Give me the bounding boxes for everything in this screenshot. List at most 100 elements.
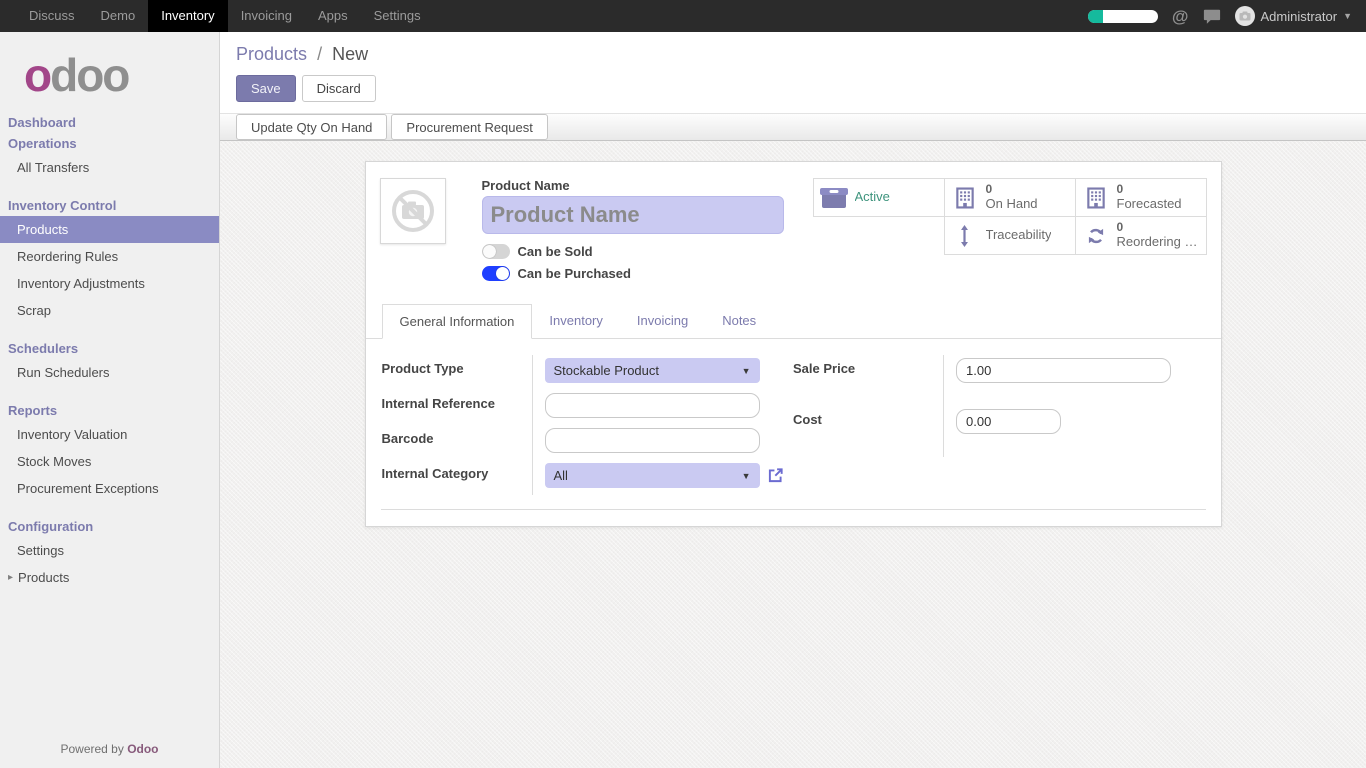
sidebar-item-inventory-valuation[interactable]: Inventory Valuation bbox=[0, 421, 219, 448]
can-be-sold-label: Can be Sold bbox=[518, 244, 593, 259]
sidebar-item-reordering-rules[interactable]: Reordering Rules bbox=[0, 243, 219, 270]
secondary-menu: Dashboard Operations All Transfers Inven… bbox=[0, 112, 219, 591]
main-panel: Products / New Save Discard Update Qty O… bbox=[220, 32, 1366, 768]
user-menu[interactable]: Administrator ▼ bbox=[1235, 6, 1353, 26]
internal-category-select[interactable]: All ▼ bbox=[545, 463, 760, 488]
powered-by: Powered by Odoo bbox=[0, 730, 219, 768]
can-be-sold-row: Can be Sold bbox=[482, 244, 784, 259]
nav-item-inventory[interactable]: Inventory bbox=[148, 0, 227, 32]
can-be-purchased-row: Can be Purchased bbox=[482, 266, 784, 281]
procurement-request-button[interactable]: Procurement Request bbox=[391, 114, 547, 140]
pill-progress-segment bbox=[1088, 10, 1103, 23]
product-form-sheet: Product Name Can be Sold Can be Purchase… bbox=[365, 161, 1222, 527]
sidebar-item-all-transfers[interactable]: All Transfers bbox=[0, 154, 219, 181]
nav-item-discuss[interactable]: Discuss bbox=[16, 0, 88, 32]
sidebar-item-inventory-adjustments[interactable]: Inventory Adjustments bbox=[0, 270, 219, 297]
expand-arrow-icon: ▸ bbox=[8, 572, 13, 583]
barcode-label: Barcode bbox=[382, 425, 532, 460]
sidebar-item-label: All Transfers bbox=[17, 160, 89, 175]
reordering-label: Reordering R… bbox=[1117, 235, 1199, 250]
mentions-icon[interactable]: @ bbox=[1172, 8, 1189, 25]
save-button[interactable]: Save bbox=[236, 75, 296, 102]
product-name-label: Product Name bbox=[482, 178, 784, 193]
select-caret-icon: ▼ bbox=[742, 366, 751, 376]
tab-inventory[interactable]: Inventory bbox=[532, 304, 619, 339]
cost-input[interactable] bbox=[956, 409, 1061, 434]
tab-general-information[interactable]: General Information bbox=[382, 304, 533, 339]
sidebar-item-stock-moves[interactable]: Stock Moves bbox=[0, 448, 219, 475]
building-icon bbox=[952, 187, 978, 209]
archive-icon bbox=[821, 188, 847, 208]
reordering-rules-stat-button[interactable]: 0 Reordering R… bbox=[1075, 216, 1207, 255]
systray: @ Administrator ▼ bbox=[1088, 0, 1366, 32]
stat-button-box: Active bbox=[813, 178, 1207, 255]
external-link-icon[interactable] bbox=[767, 467, 784, 484]
powered-by-text: Powered by bbox=[60, 742, 123, 756]
sidebar-section-schedulers[interactable]: Schedulers bbox=[0, 338, 219, 359]
update-qty-on-hand-button[interactable]: Update Qty On Hand bbox=[236, 114, 387, 140]
can-be-purchased-toggle[interactable] bbox=[482, 266, 510, 281]
sidebar-item-label: Inventory Valuation bbox=[17, 427, 127, 442]
sidebar-item-label: Settings bbox=[17, 543, 64, 558]
product-name-input[interactable] bbox=[482, 196, 784, 234]
nav-item-apps[interactable]: Apps bbox=[305, 0, 361, 32]
sidebar-item-label: Stock Moves bbox=[17, 454, 91, 469]
chat-icon[interactable] bbox=[1203, 8, 1221, 25]
logo-letters: doo bbox=[50, 49, 128, 101]
traceability-stat-button[interactable]: Traceability bbox=[944, 216, 1076, 255]
reordering-value: 0 bbox=[1117, 221, 1199, 235]
active-label: Active bbox=[855, 190, 890, 205]
product-image-uploader[interactable] bbox=[380, 178, 446, 244]
breadcrumb-separator: / bbox=[317, 44, 322, 64]
sidebar-section-reports[interactable]: Reports bbox=[0, 400, 219, 421]
barcode-input[interactable] bbox=[545, 428, 760, 453]
tab-invoicing[interactable]: Invoicing bbox=[620, 304, 705, 339]
sidebar-item-label: Products bbox=[17, 222, 68, 237]
internal-category-value: All bbox=[554, 468, 568, 483]
sidebar-item-scrap[interactable]: Scrap bbox=[0, 297, 219, 324]
sidebar-section-inventory-control[interactable]: Inventory Control bbox=[0, 195, 219, 216]
right-field-group: Sale Price Cost bbox=[793, 355, 1205, 495]
forecasted-value: 0 bbox=[1117, 183, 1182, 197]
left-field-group: Product Type Stockable Product ▼ Interna… bbox=[382, 355, 794, 495]
no-camera-icon bbox=[389, 187, 437, 235]
breadcrumb-current: New bbox=[332, 44, 368, 64]
sidebar-item-settings[interactable]: Settings bbox=[0, 537, 219, 564]
on-hand-stat-button[interactable]: 0 On Hand bbox=[944, 178, 1076, 217]
control-panel: Products / New Save Discard bbox=[220, 32, 1366, 113]
internal-reference-input[interactable] bbox=[545, 393, 760, 418]
up-down-arrow-icon bbox=[952, 225, 978, 247]
nav-item-demo[interactable]: Demo bbox=[88, 0, 149, 32]
form-view-background: Product Name Can be Sold Can be Purchase… bbox=[220, 141, 1366, 768]
internal-category-label: Internal Category bbox=[382, 460, 532, 495]
sidebar-item-dashboard[interactable]: Dashboard bbox=[0, 112, 219, 133]
sidebar-section-operations[interactable]: Operations bbox=[0, 133, 219, 154]
sidebar-section-configuration[interactable]: Configuration bbox=[0, 516, 219, 537]
on-hand-value: 0 bbox=[986, 183, 1038, 197]
sidebar: odoo Dashboard Operations All Transfers … bbox=[0, 32, 220, 768]
sale-price-input[interactable] bbox=[956, 358, 1171, 383]
sidebar-item-label: Procurement Exceptions bbox=[17, 481, 159, 496]
chevron-down-icon: ▼ bbox=[1343, 11, 1352, 21]
nav-item-settings[interactable]: Settings bbox=[361, 0, 434, 32]
discard-button[interactable]: Discard bbox=[302, 75, 376, 102]
breadcrumb-products-link[interactable]: Products bbox=[236, 44, 307, 64]
odoo-logo: odoo bbox=[0, 32, 219, 112]
on-hand-label: On Hand bbox=[986, 197, 1038, 212]
product-type-select[interactable]: Stockable Product ▼ bbox=[545, 358, 760, 383]
refresh-icon bbox=[1083, 226, 1109, 246]
nav-item-invoicing[interactable]: Invoicing bbox=[228, 0, 305, 32]
notebook-tabs: General Information Inventory Invoicing … bbox=[366, 304, 1221, 339]
can-be-sold-toggle[interactable] bbox=[482, 244, 510, 259]
tab-notes[interactable]: Notes bbox=[705, 304, 773, 339]
trial-progress-pill[interactable] bbox=[1088, 10, 1158, 23]
user-name: Administrator bbox=[1261, 9, 1338, 24]
sidebar-item-run-schedulers[interactable]: Run Schedulers bbox=[0, 359, 219, 386]
sidebar-item-products-config[interactable]: ▸Products bbox=[0, 564, 219, 591]
breadcrumb: Products / New bbox=[236, 44, 1366, 65]
sidebar-item-procurement-exceptions[interactable]: Procurement Exceptions bbox=[0, 475, 219, 502]
forecasted-stat-button[interactable]: 0 Forecasted bbox=[1075, 178, 1207, 217]
odoo-brand-link[interactable]: Odoo bbox=[127, 742, 158, 756]
active-stat-button[interactable]: Active bbox=[813, 178, 945, 217]
sidebar-item-products[interactable]: Products bbox=[0, 216, 219, 243]
